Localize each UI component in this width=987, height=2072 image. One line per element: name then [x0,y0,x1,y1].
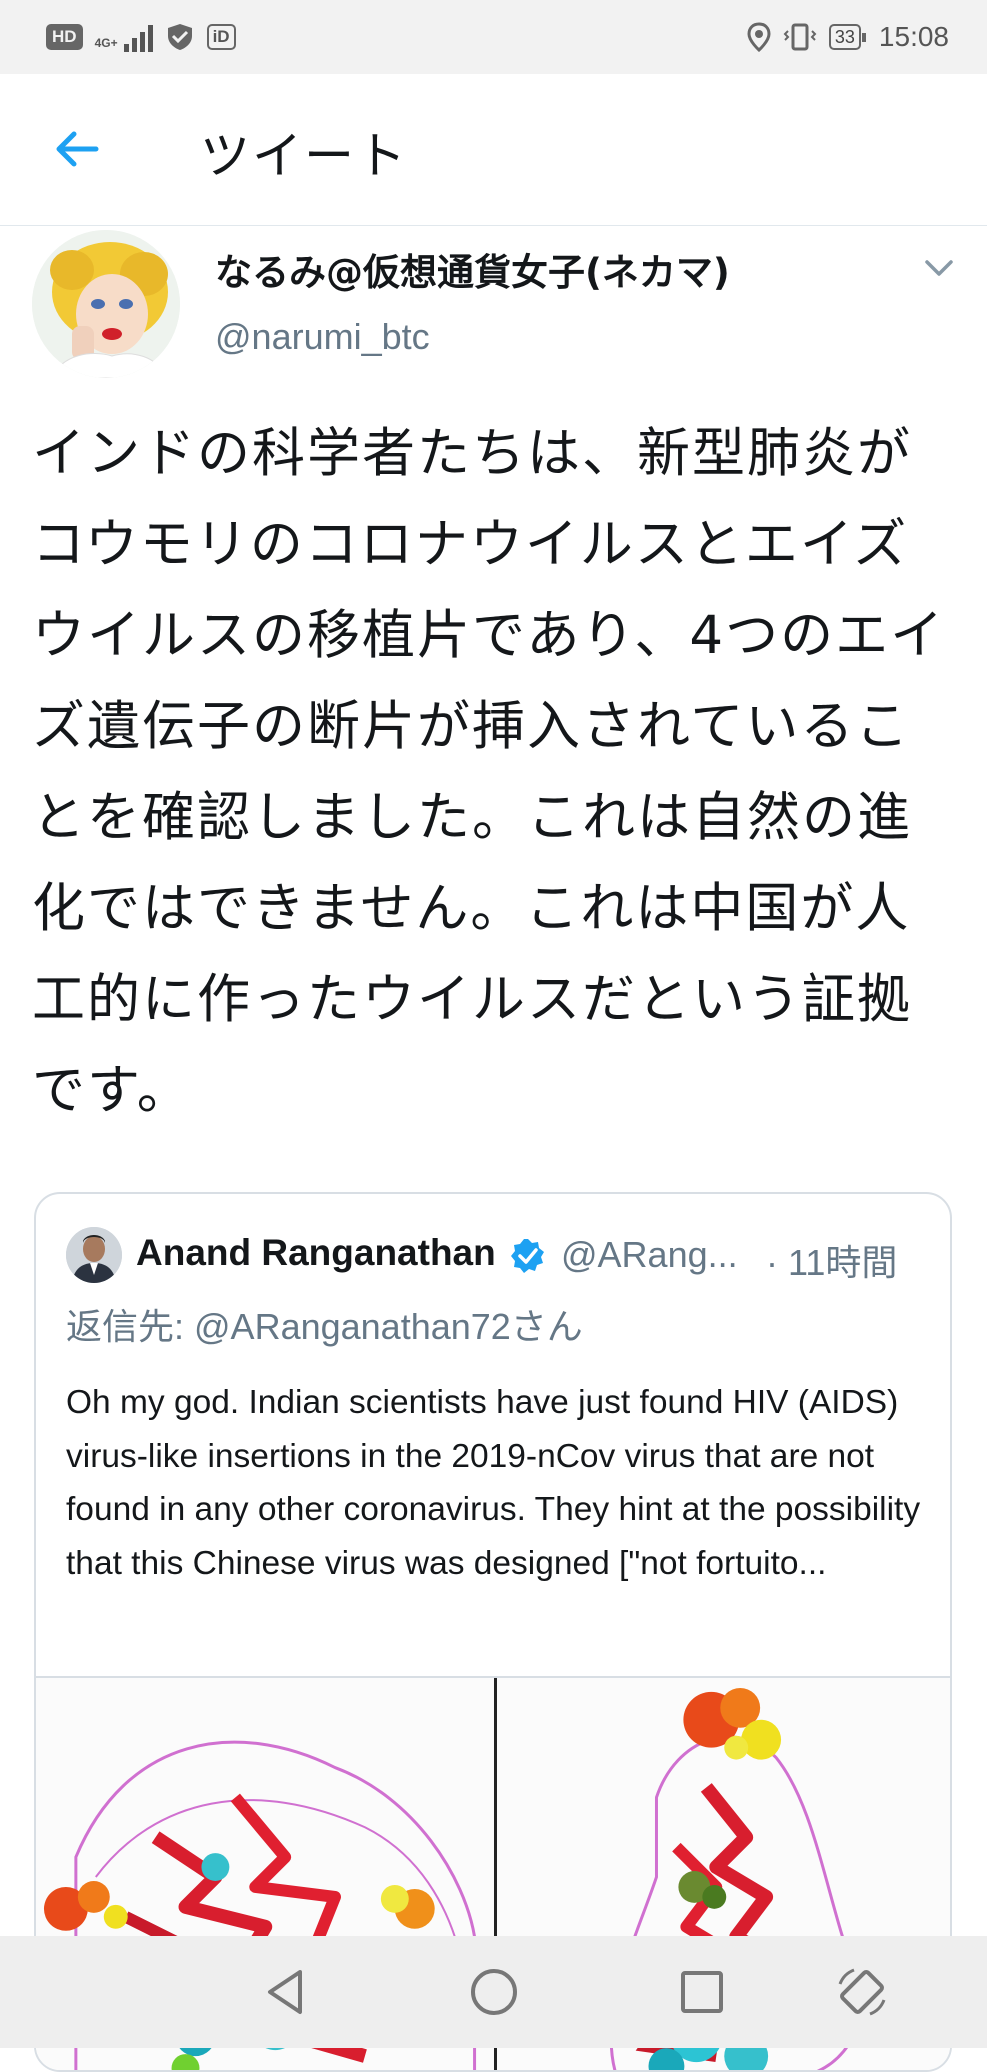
location-icon [747,22,771,52]
tweet-text: インドの科学者たちは、新型肺炎がコウモリのコロナウイルスとエイズウイルスの移植片… [32,423,946,1121]
rotate-icon[interactable] [832,1962,892,2022]
reply-mention[interactable]: @ARanganathan72さん [194,1306,583,1347]
verified-badge-icon [511,1239,544,1273]
clock: 15:08 [878,21,949,52]
signal-icon [123,22,153,52]
page-title: ツイート [200,127,408,185]
network-type: 4G+ [94,36,118,50]
navigation-bar [0,1936,987,2048]
quoted-timestamp: · 11時間 [766,1242,898,1283]
battery-icon: 33 [828,24,866,50]
square-recents-icon[interactable] [672,1962,732,2022]
reply-prefix: 返信先: [66,1306,195,1347]
triangle-back-icon[interactable] [256,1962,316,2022]
author-handle[interactable]: @narumi_btc [215,316,430,358]
status-left: HD 4G+ iD [46,22,236,52]
reply-to-line: 返信先: @ARanganathan72さん [66,1298,583,1350]
status-right: 33 15:08 [747,21,949,53]
quoted-author-name[interactable]: Anand Ranganathan [136,1232,496,1274]
quoted-author-handle[interactable]: @ARang... [561,1234,738,1276]
vibrate-icon [783,23,817,51]
avatar[interactable] [32,230,180,378]
circle-home-icon[interactable] [464,1962,524,2022]
vpn-shield-icon [167,24,192,50]
chevron-down-icon[interactable] [924,258,954,278]
hd-badge: HD [46,24,83,50]
author-display-name[interactable]: なるみ@仮想通貨女子(ネカマ) [215,242,730,296]
id-icon: iD [206,24,236,50]
status-bar: HD 4G+ iD 33 15:08 [0,0,987,74]
app-header: ツイート [0,74,987,226]
quoted-author-avatar [66,1227,122,1283]
quoted-tweet-text: Oh my god. Indian scientists have just f… [66,1384,921,1582]
arrow-left-icon[interactable] [52,124,102,174]
